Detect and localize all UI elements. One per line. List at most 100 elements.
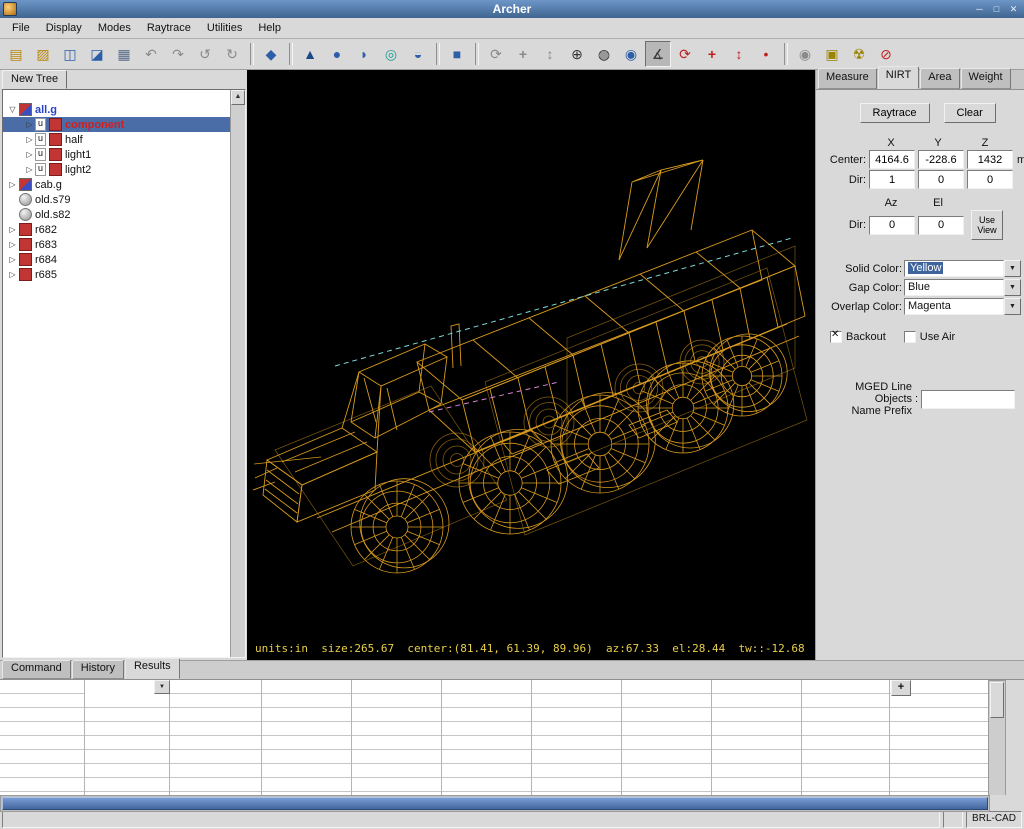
level-tool-icon[interactable]: ◆ xyxy=(258,41,284,67)
close-icon[interactable]: ✕ xyxy=(1006,3,1021,16)
expand-arrow-icon[interactable] xyxy=(7,105,18,114)
use-view-button[interactable]: UseView xyxy=(971,210,1003,240)
expand-arrow-icon[interactable] xyxy=(7,255,18,264)
view-scale-icon[interactable]: ↕ xyxy=(537,41,563,67)
tree-item-r685[interactable]: r685 xyxy=(3,267,230,282)
results-column-combobox[interactable] xyxy=(85,680,170,694)
scrollbar-trough[interactable] xyxy=(0,795,990,812)
menu-display[interactable]: Display xyxy=(38,19,90,37)
tab-history[interactable]: History xyxy=(72,660,124,679)
minimize-icon[interactable]: ─ xyxy=(972,3,987,16)
view-translate-icon[interactable]: + xyxy=(510,41,536,67)
primitive-ellipsoid-icon[interactable]: ◒ xyxy=(405,41,431,67)
measure-icon[interactable]: ◉ xyxy=(618,41,644,67)
saturn-icon[interactable]: ◉ xyxy=(792,41,818,67)
dropdown-arrow-icon[interactable] xyxy=(1004,279,1021,296)
az-input[interactable] xyxy=(869,216,915,235)
el-input[interactable] xyxy=(918,216,964,235)
solid-color-combobox[interactable]: Yellow xyxy=(904,260,1021,277)
3d-viewport[interactable]: units:in size:265.67 center:(81.41, 61.3… xyxy=(247,70,815,660)
tree-item-all-g[interactable]: all.g xyxy=(3,102,230,117)
expand-arrow-icon[interactable] xyxy=(7,180,18,189)
sketch-icon[interactable]: ▦ xyxy=(111,41,137,67)
primitive-torus-icon[interactable]: ◎ xyxy=(378,41,404,67)
gap-color-combobox[interactable]: Blue xyxy=(904,279,1021,296)
expand-arrow-icon[interactable] xyxy=(24,165,35,174)
dir-x-input[interactable] xyxy=(869,170,915,189)
tree-item-r683[interactable]: r683 xyxy=(3,237,230,252)
checkbox-checked-icon[interactable] xyxy=(830,331,842,343)
scroll-up-icon[interactable] xyxy=(231,90,245,105)
edit-scale-icon[interactable]: ↕ xyxy=(726,41,752,67)
query-ray-icon[interactable]: ∡ xyxy=(645,41,671,67)
tab-nirt[interactable]: NIRT xyxy=(878,66,919,89)
scrollbar-thumb[interactable] xyxy=(2,797,988,810)
menu-raytrace[interactable]: Raytrace xyxy=(139,19,199,37)
tree-item-component[interactable]: u component xyxy=(3,117,230,132)
primitive-hemisphere-icon[interactable]: ◗ xyxy=(351,41,377,67)
scrollbar-thumb[interactable] xyxy=(990,682,1004,718)
tab-new-tree[interactable]: New Tree xyxy=(2,70,67,89)
undo-icon[interactable]: ↶ xyxy=(138,41,164,67)
tree-item-old-s79[interactable]: old.s79 xyxy=(3,192,230,207)
tab-weight[interactable]: Weight xyxy=(961,68,1011,89)
menu-file[interactable]: File xyxy=(4,19,38,37)
tab-area[interactable]: Area xyxy=(920,68,959,89)
maximize-icon[interactable]: □ xyxy=(989,3,1004,16)
refresh-icon[interactable]: ↺ xyxy=(192,41,218,67)
dropdown-arrow-icon[interactable] xyxy=(1004,260,1021,277)
tree-item-old-s82[interactable]: old.s82 xyxy=(3,207,230,222)
ground-plane-icon[interactable]: ◍ xyxy=(591,41,617,67)
primitive-cone-icon[interactable]: ▲ xyxy=(297,41,323,67)
dir-y-input[interactable] xyxy=(918,170,964,189)
primitive-sphere-icon[interactable]: ● xyxy=(324,41,350,67)
menu-utilities[interactable]: Utilities xyxy=(199,19,250,37)
add-column-button[interactable]: + xyxy=(891,680,911,696)
checkbox-unchecked-icon[interactable] xyxy=(904,331,916,343)
dropdown-arrow-icon[interactable] xyxy=(154,680,170,694)
lighting-icon[interactable]: ▣ xyxy=(819,41,845,67)
tab-results[interactable]: Results xyxy=(125,658,180,679)
export-icon[interactable]: ◪ xyxy=(84,41,110,67)
revert-icon[interactable]: ↻ xyxy=(219,41,245,67)
tree-item-r682[interactable]: r682 xyxy=(3,222,230,237)
edit-point-icon[interactable]: • xyxy=(753,41,779,67)
comb-tool-icon[interactable]: ■ xyxy=(444,41,470,67)
view-center-icon[interactable]: ⊕ xyxy=(564,41,590,67)
overlap-color-combobox[interactable]: Magenta xyxy=(904,298,1021,315)
prohibit-icon[interactable]: ⊘ xyxy=(873,41,899,67)
radiation-icon[interactable]: ☢ xyxy=(846,41,872,67)
menu-help[interactable]: Help xyxy=(250,19,289,37)
expand-arrow-icon[interactable] xyxy=(24,150,35,159)
center-x-input[interactable] xyxy=(869,150,915,169)
tree-item-r684[interactable]: r684 xyxy=(3,252,230,267)
raytrace-button[interactable]: Raytrace xyxy=(860,103,930,123)
mged-prefix-input[interactable] xyxy=(921,390,1015,409)
tab-command[interactable]: Command xyxy=(2,660,71,679)
expand-arrow-icon[interactable] xyxy=(24,120,35,129)
save-icon[interactable]: ◫ xyxy=(57,41,83,67)
view-rotate-icon[interactable]: ⟳ xyxy=(483,41,509,67)
edit-translate-icon[interactable]: + xyxy=(699,41,725,67)
center-z-input[interactable] xyxy=(967,150,1013,169)
menu-modes[interactable]: Modes xyxy=(90,19,139,37)
edit-rotate-icon[interactable]: ⟳ xyxy=(672,41,698,67)
expand-arrow-icon[interactable] xyxy=(7,240,18,249)
tree-scrollbar[interactable] xyxy=(230,90,245,657)
backout-checkbox[interactable]: Backout xyxy=(830,331,886,343)
results-vertical-scrollbar[interactable] xyxy=(988,680,1006,797)
open-icon[interactable]: ▨ xyxy=(30,41,56,67)
expand-arrow-icon[interactable] xyxy=(7,270,18,279)
tree-item-light2[interactable]: u light2 xyxy=(3,162,230,177)
tree-item-light1[interactable]: u light1 xyxy=(3,147,230,162)
tab-measure[interactable]: Measure xyxy=(818,68,877,89)
tree-item-half[interactable]: u half xyxy=(3,132,230,147)
redo-icon[interactable]: ↷ xyxy=(165,41,191,67)
use-air-checkbox[interactable]: Use Air xyxy=(904,331,955,343)
clear-button[interactable]: Clear xyxy=(944,103,996,123)
dir-z-input[interactable] xyxy=(967,170,1013,189)
tree-item-cab-g[interactable]: cab.g xyxy=(3,177,230,192)
geometry-tree[interactable]: all.g u component u half xyxy=(3,90,230,657)
expand-arrow-icon[interactable] xyxy=(24,135,35,144)
dropdown-arrow-icon[interactable] xyxy=(1004,298,1021,315)
